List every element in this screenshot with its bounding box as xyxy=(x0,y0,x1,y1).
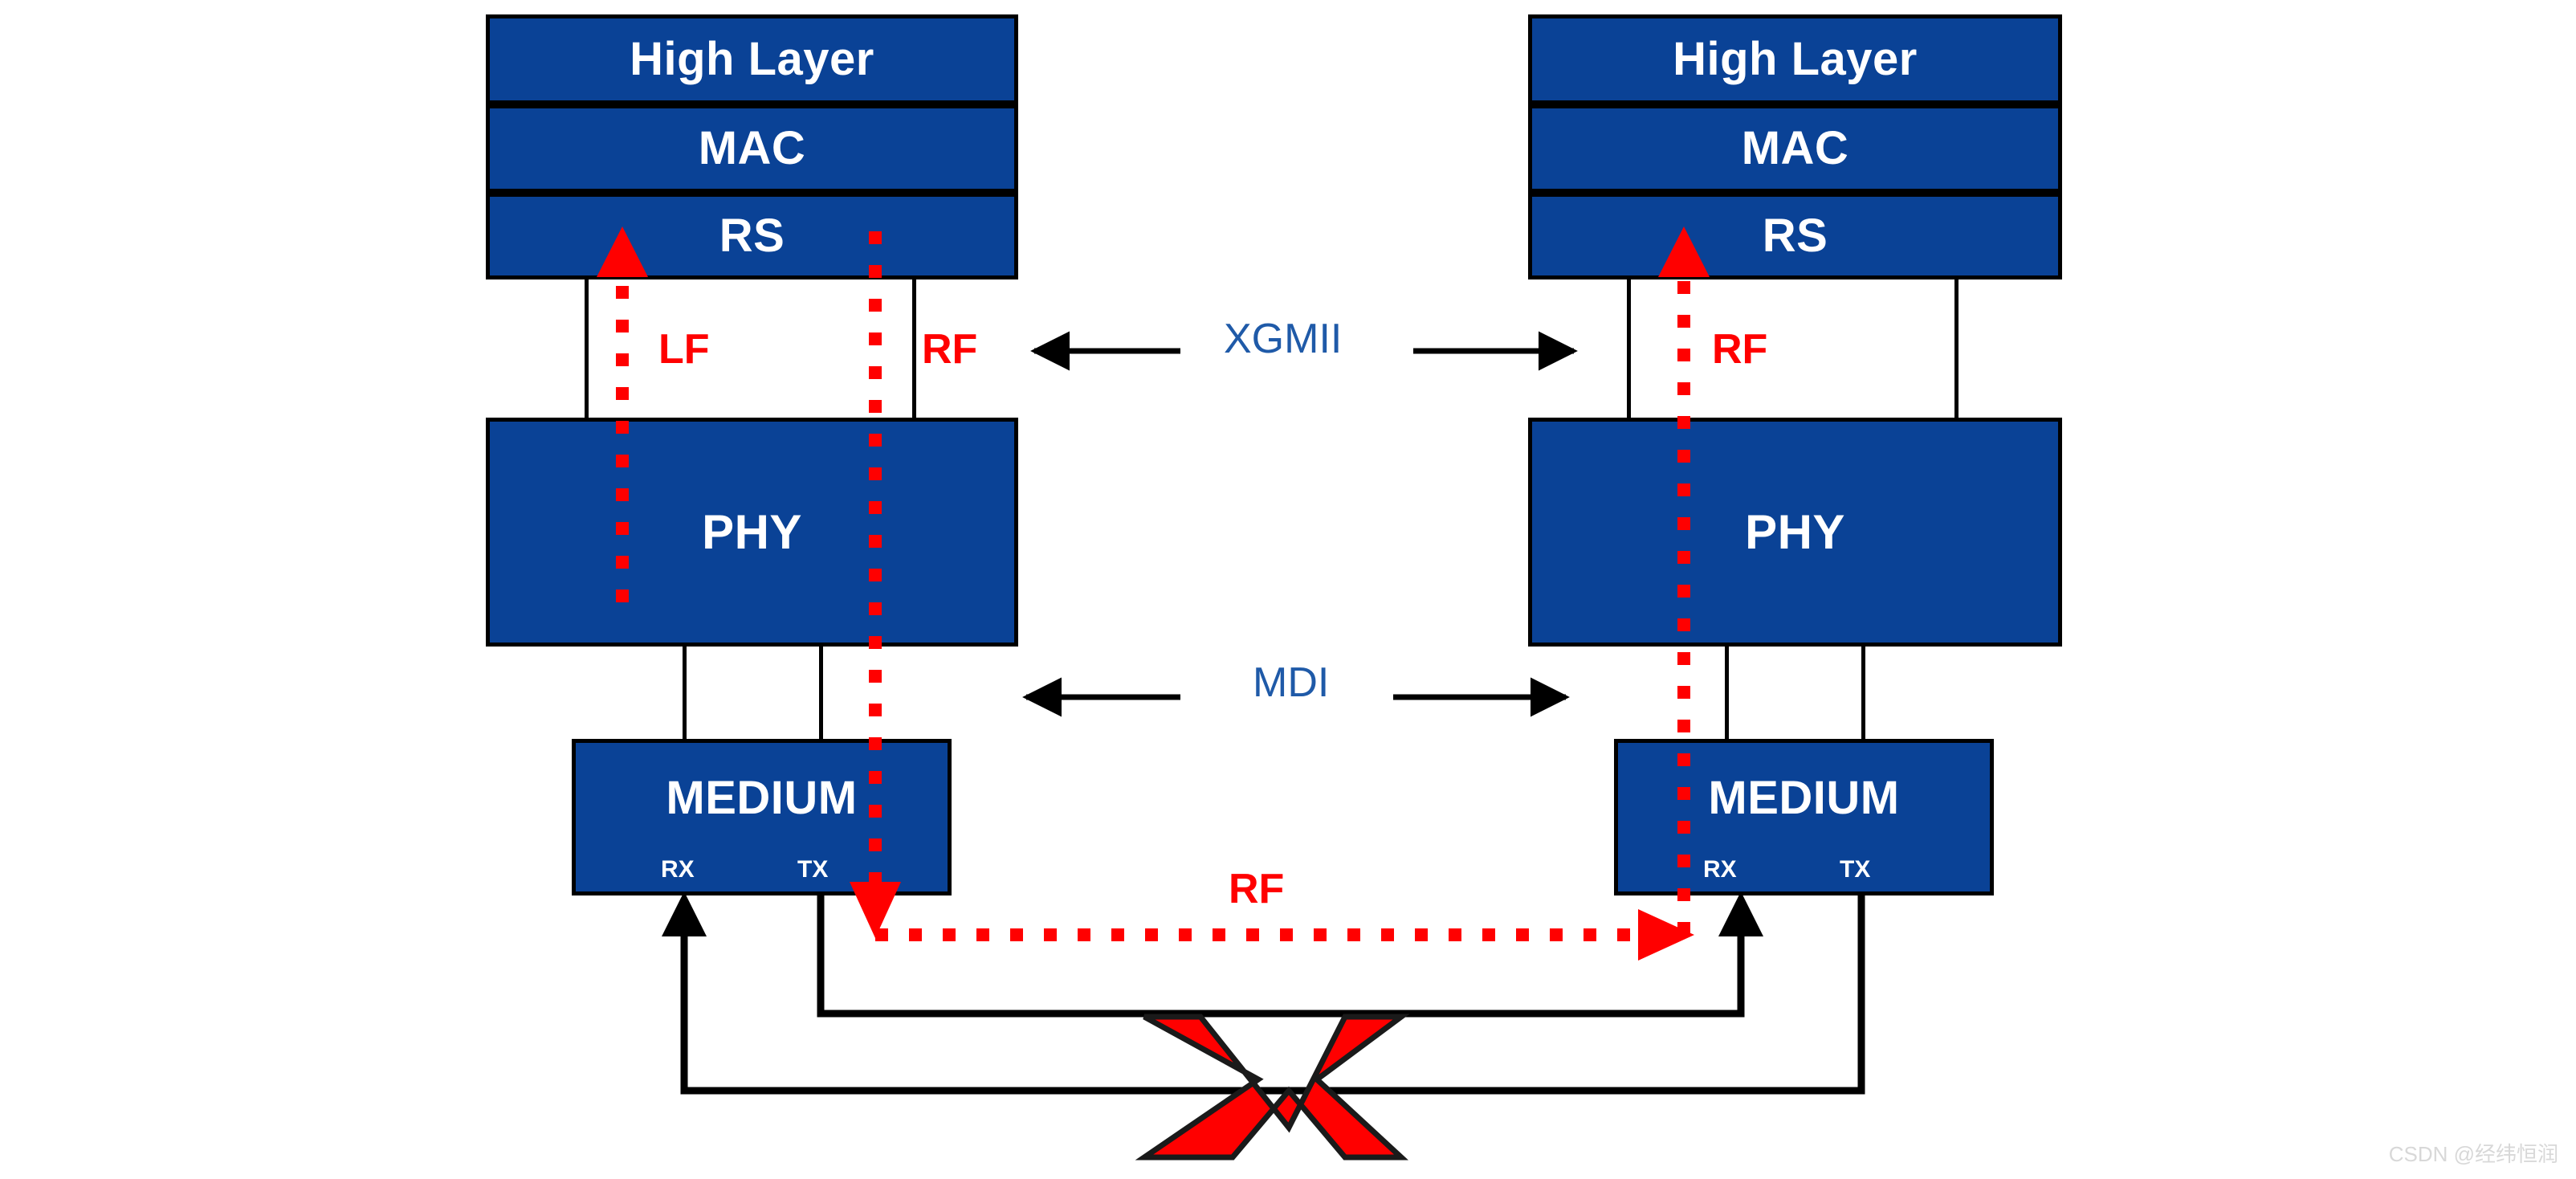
left-high-layer-label: High Layer xyxy=(630,33,874,85)
right-medium-tx-port: TX xyxy=(1840,856,1871,883)
cable-right-tx-to-left-rx xyxy=(662,891,1865,1095)
right-mac-label: MAC xyxy=(1741,122,1849,174)
left-mac-label: MAC xyxy=(698,122,806,174)
right-rs-box: RS xyxy=(1528,193,2062,279)
left-lf-label: LF xyxy=(658,326,710,373)
link-rf-label: RF xyxy=(1229,866,1285,912)
left-medium-label: MEDIUM xyxy=(666,772,858,824)
right-mac-box: MAC xyxy=(1528,104,2062,193)
right-xgmii-rail-outer xyxy=(1954,279,1958,419)
right-xgmii-rail-inner xyxy=(1627,279,1631,419)
left-phy-label: PHY xyxy=(702,504,802,559)
right-mdi-rail-rx xyxy=(1725,647,1729,740)
right-medium-rx-port: RX xyxy=(1703,856,1737,883)
left-medium-tx-port: TX xyxy=(797,856,829,883)
left-mdi-rail-rx xyxy=(683,647,687,740)
right-medium-label: MEDIUM xyxy=(1708,772,1900,824)
x-cross-icon xyxy=(1135,1014,1410,1161)
left-xgmii-rail-outer xyxy=(912,279,916,419)
right-rf-label: RF xyxy=(1712,326,1768,373)
right-mdi-rail-tx xyxy=(1861,647,1865,740)
link-rf-fault-path xyxy=(875,909,1694,961)
left-medium-box: MEDIUM xyxy=(572,739,952,895)
right-rs-label: RS xyxy=(1762,210,1828,262)
right-high-layer-box: High Layer xyxy=(1528,14,2062,104)
xgmii-interface-label: XGMII xyxy=(1224,316,1343,362)
right-phy-box: PHY xyxy=(1528,418,2062,647)
left-mac-box: MAC xyxy=(486,104,1018,193)
right-medium-box: MEDIUM xyxy=(1614,739,1994,895)
diagram-canvas: High Layer MAC RS PHY MEDIUM RX TX High … xyxy=(0,0,2576,1179)
left-mdi-rail-tx xyxy=(819,647,823,740)
left-high-layer-box: High Layer xyxy=(486,14,1018,104)
left-rs-box: RS xyxy=(486,193,1018,279)
cable-left-tx-to-right-rx xyxy=(817,891,1763,1018)
left-xgmii-rail-inner xyxy=(585,279,589,419)
left-rs-label: RS xyxy=(719,210,785,262)
connector-overlay xyxy=(597,226,1865,1161)
right-phy-label: PHY xyxy=(1745,504,1845,559)
mdi-interface-label: MDI xyxy=(1253,659,1330,706)
left-medium-rx-port: RX xyxy=(661,856,695,883)
right-high-layer-label: High Layer xyxy=(1673,33,1918,85)
left-phy-box: PHY xyxy=(486,418,1018,647)
left-rf-label: RF xyxy=(922,326,978,373)
watermark: CSDN @经纬恒润 xyxy=(2388,1142,2558,1166)
